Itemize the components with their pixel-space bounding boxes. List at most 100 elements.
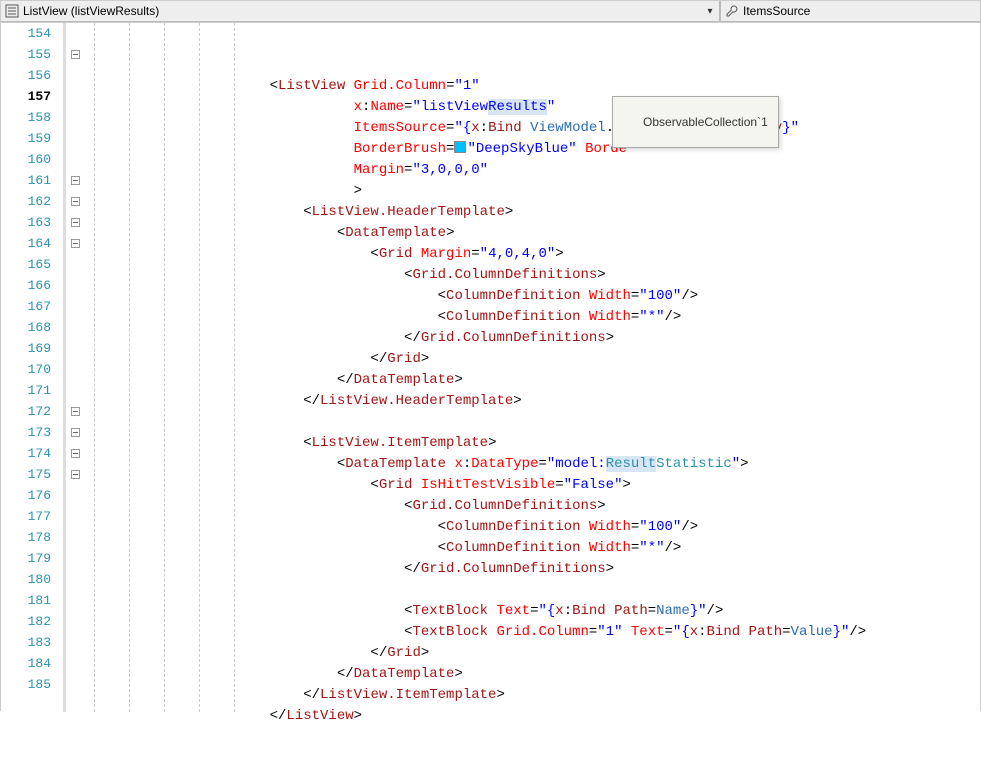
fold-cell[interactable]: [66, 443, 84, 464]
fold-cell: [66, 527, 84, 548]
property-selector-label: ItemsSource: [743, 4, 810, 18]
code-line[interactable]: <DataTemplate>: [236, 223, 980, 244]
fold-toggle-icon[interactable]: [71, 407, 80, 416]
code-line[interactable]: <ColumnDefinition Width="100"/>: [236, 286, 980, 307]
code-line[interactable]: <ColumnDefinition Width="100"/>: [236, 517, 980, 538]
code-line[interactable]: </ListView.HeaderTemplate>: [236, 391, 980, 412]
fold-cell: [66, 611, 84, 632]
line-number: 168: [1, 317, 51, 338]
line-number: 164: [1, 233, 51, 254]
line-number: 155: [1, 44, 51, 65]
code-line[interactable]: <Grid IsHitTestVisible="False">: [236, 475, 980, 496]
code-line[interactable]: >: [236, 181, 980, 202]
fold-toggle-icon[interactable]: [71, 428, 80, 437]
code-line[interactable]: </Grid.ColumnDefinitions>: [236, 559, 980, 580]
code-line[interactable]: Margin="3,0,0,0": [236, 160, 980, 181]
code-line[interactable]: [236, 412, 980, 433]
element-selector-label: ListView (listViewResults): [23, 4, 159, 18]
line-number: 167: [1, 296, 51, 317]
line-number: 162: [1, 191, 51, 212]
intellisense-tooltip: ObservableCollection`1: [612, 96, 779, 148]
navigation-bar: ListView (listViewResults) ▾ ItemsSource: [1, 1, 980, 23]
fold-cell: [66, 317, 84, 338]
fold-toggle-icon[interactable]: [71, 449, 80, 458]
code-line[interactable]: <DataTemplate x:DataType="model:ResultSt…: [236, 454, 980, 475]
fold-toggle-icon[interactable]: [71, 218, 80, 227]
fold-cell: [66, 359, 84, 380]
fold-cell: [66, 590, 84, 611]
line-number: 161: [1, 170, 51, 191]
fold-toggle-icon[interactable]: [71, 470, 80, 479]
code-line[interactable]: </Grid>: [236, 643, 980, 664]
fold-cell[interactable]: [66, 44, 84, 65]
fold-cell[interactable]: [66, 191, 84, 212]
fold-cell: [66, 128, 84, 149]
code-line[interactable]: </Grid>: [236, 349, 980, 370]
chevron-down-icon[interactable]: ▾: [703, 6, 717, 17]
code-line[interactable]: [236, 55, 980, 76]
fold-cell[interactable]: [66, 212, 84, 233]
code-line[interactable]: </Grid.ColumnDefinitions>: [236, 328, 980, 349]
code-editor[interactable]: 1541551561571581591601611621631641651661…: [1, 23, 980, 712]
code-line[interactable]: <TextBlock Grid.Column="1" Text="{x:Bind…: [236, 622, 980, 643]
indent-guides: [84, 23, 234, 712]
fold-cell: [66, 338, 84, 359]
code-line[interactable]: </ListView>: [236, 706, 980, 727]
fold-cell: [66, 65, 84, 86]
code-line[interactable]: x:Name="listViewResults": [236, 97, 980, 118]
line-number: 174: [1, 443, 51, 464]
fold-cell[interactable]: [66, 170, 84, 191]
line-number: 169: [1, 338, 51, 359]
code-line[interactable]: </DataTemplate>: [236, 664, 980, 685]
code-line[interactable]: [236, 580, 980, 601]
fold-toggle-icon[interactable]: [71, 239, 80, 248]
line-number: 159: [1, 128, 51, 149]
code-area[interactable]: <ListView Grid.Column="1" x:Name="listVi…: [234, 23, 980, 712]
code-line[interactable]: <ColumnDefinition Width="*"/>: [236, 538, 980, 559]
fold-cell: [66, 506, 84, 527]
property-selector-dropdown[interactable]: ItemsSource: [720, 1, 980, 22]
line-number: 179: [1, 548, 51, 569]
fold-toggle-icon[interactable]: [71, 176, 80, 185]
fold-cell: [66, 569, 84, 590]
code-line[interactable]: <Grid Margin="4,0,4,0">: [236, 244, 980, 265]
tooltip-text: ObservableCollection`1: [643, 115, 768, 129]
code-line[interactable]: ItemsSource="{x:Bind ViewModel.Results, …: [236, 118, 980, 139]
line-number: 184: [1, 653, 51, 674]
line-number: 165: [1, 254, 51, 275]
fold-toggle-icon[interactable]: [71, 50, 80, 59]
code-line[interactable]: <Grid.ColumnDefinitions>: [236, 265, 980, 286]
fold-cell: [66, 653, 84, 674]
fold-cell: [66, 107, 84, 128]
line-number: 154: [1, 23, 51, 44]
code-line[interactable]: <ListView.HeaderTemplate>: [236, 202, 980, 223]
fold-cell: [66, 632, 84, 653]
fold-cell: [66, 485, 84, 506]
line-number: 173: [1, 422, 51, 443]
fold-cell[interactable]: [66, 464, 84, 485]
code-line[interactable]: </DataTemplate>: [236, 370, 980, 391]
line-number: 157: [1, 86, 51, 107]
line-number: 181: [1, 590, 51, 611]
fold-toggle-icon[interactable]: [71, 197, 80, 206]
code-line[interactable]: </ListView.ItemTemplate>: [236, 685, 980, 706]
code-line[interactable]: <Grid.ColumnDefinitions>: [236, 496, 980, 517]
line-number: 177: [1, 506, 51, 527]
fold-cell[interactable]: [66, 233, 84, 254]
code-line[interactable]: BorderBrush="DeepSkyBlue" Borde: [236, 139, 980, 160]
fold-cell[interactable]: [66, 401, 84, 422]
fold-cell: [66, 548, 84, 569]
line-number: 171: [1, 380, 51, 401]
code-line[interactable]: <TextBlock Text="{x:Bind Path=Name}"/>: [236, 601, 980, 622]
fold-cell: [66, 296, 84, 317]
line-number: 178: [1, 527, 51, 548]
fold-cell[interactable]: [66, 422, 84, 443]
code-line[interactable]: <ColumnDefinition Width="*"/>: [236, 307, 980, 328]
element-selector-dropdown[interactable]: ListView (listViewResults) ▾: [1, 1, 720, 22]
line-number: 176: [1, 485, 51, 506]
listview-icon: [5, 4, 19, 18]
line-number: 156: [1, 65, 51, 86]
fold-cell: [66, 86, 84, 107]
code-line[interactable]: <ListView.ItemTemplate>: [236, 433, 980, 454]
code-line[interactable]: <ListView Grid.Column="1": [236, 76, 980, 97]
